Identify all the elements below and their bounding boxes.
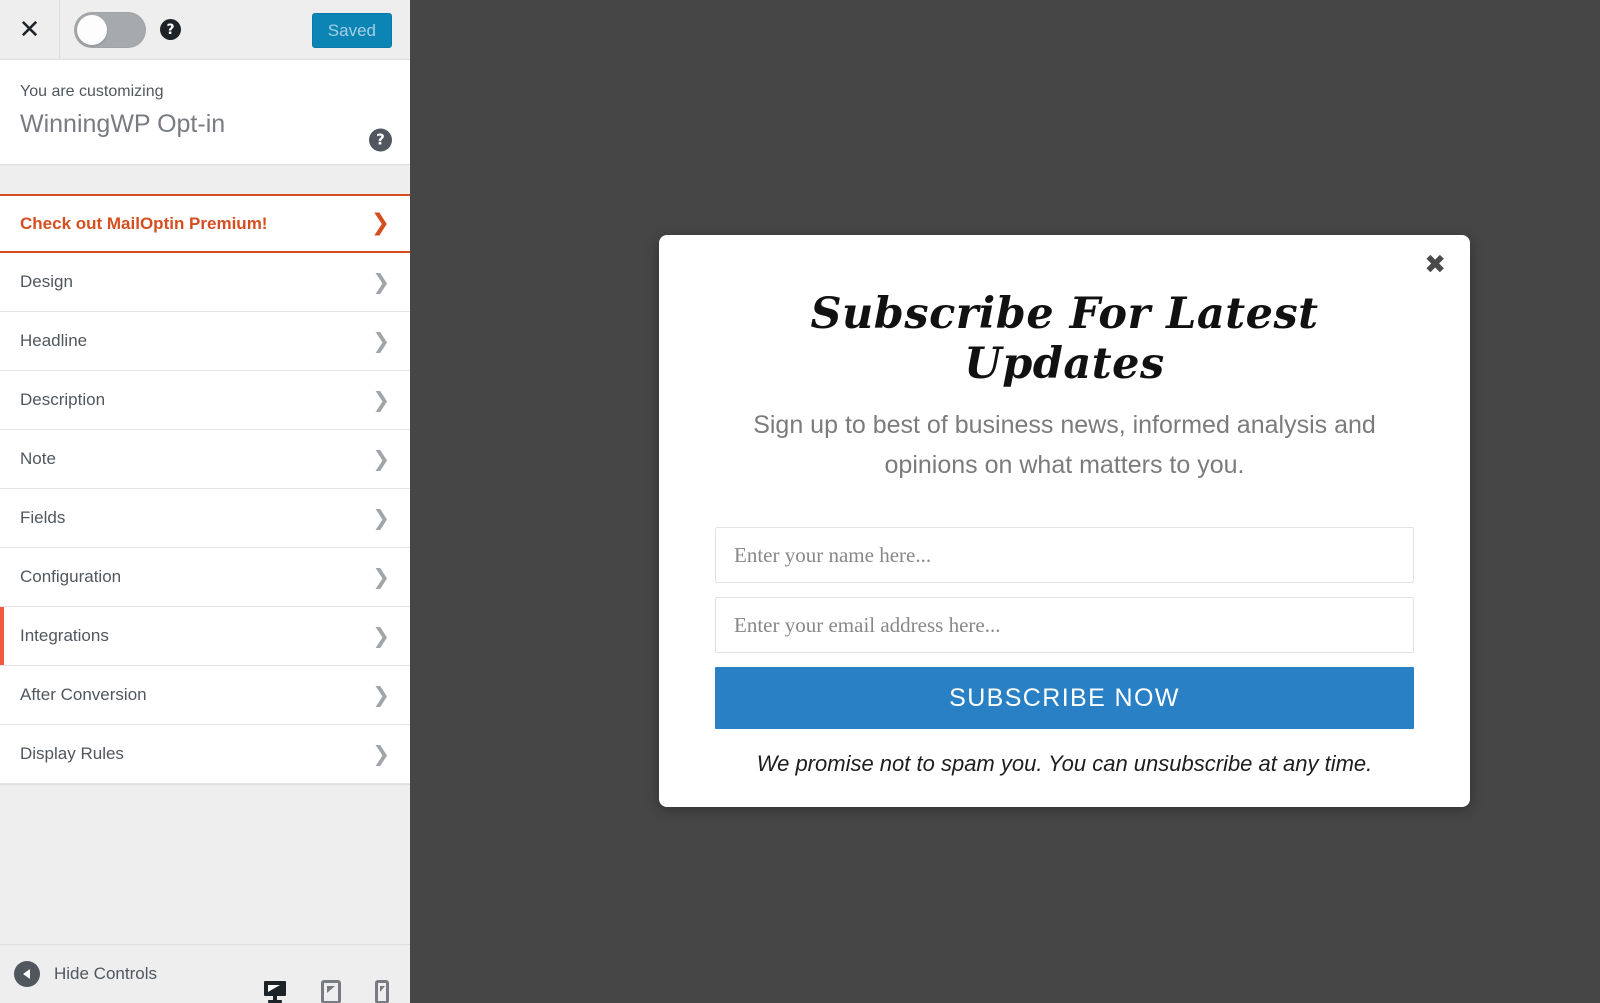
preview-desktop-button[interactable] (262, 978, 288, 1003)
optin-headline: Subscribe For Latest Updates (810, 289, 1319, 389)
preview-area: ✖ Subscribe For Latest Updates Sign up t… (410, 0, 1600, 1003)
subscribe-button[interactable]: SUBSCRIBE NOW (715, 667, 1414, 729)
sidebar-item-label: Check out MailOptin Premium! (20, 213, 268, 233)
customizer-footer: Hide Controls (0, 944, 410, 1003)
chevron-right-icon: ❯ (372, 387, 390, 412)
sidebar-item-description[interactable]: Description ❯ (0, 371, 410, 430)
sidebar-item-display-rules[interactable]: Display Rules ❯ (0, 725, 410, 784)
sidebar-item-label: After Conversion (20, 685, 147, 704)
close-customizer-button[interactable]: ✕ (0, 0, 60, 59)
optin-form: SUBSCRIBE NOW (715, 527, 1414, 729)
sidebar-item-premium[interactable]: Check out MailOptin Premium! ❯ (0, 194, 410, 253)
chevron-right-icon: ❯ (372, 328, 390, 353)
hide-controls-label: Hide Controls (54, 964, 157, 983)
chevron-right-icon: ❯ (372, 564, 390, 589)
customizer-menu: Check out MailOptin Premium! ❯ Design ❯ … (0, 194, 410, 784)
tablet-icon (321, 980, 341, 1003)
hide-controls-button[interactable]: Hide Controls (14, 961, 157, 987)
sidebar-item-label: Fields (20, 508, 66, 527)
sidebar-item-label: Configuration (20, 567, 122, 586)
customizer-screen: ✕ ? Saved You are customizing WinningWP … (0, 0, 1600, 1003)
preview-toggle[interactable] (74, 11, 146, 48)
collapse-arrow-icon (14, 961, 40, 987)
sidebar-item-label: Note (20, 449, 56, 468)
customizer-sidebar: ✕ ? Saved You are customizing WinningWP … (0, 0, 410, 1003)
chevron-right-icon: ❯ (372, 741, 390, 766)
page-title: WinningWP Opt-in (20, 109, 226, 138)
help-icon[interactable]: ? (160, 19, 181, 40)
toggle-group: ? (60, 11, 181, 48)
panel-header: You are customizing WinningWP Opt-in ? (0, 60, 410, 165)
sidebar-item-label: Design (20, 272, 73, 291)
optin-description: Sign up to best of business news, inform… (753, 411, 1376, 479)
chevron-right-icon: ❯ (372, 269, 390, 294)
toggle-knob (77, 14, 107, 45)
panel-help-icon[interactable]: ? (369, 128, 392, 152)
chevron-right-icon: ❯ (372, 505, 390, 530)
chevron-right-icon: ❯ (370, 210, 390, 236)
name-input[interactable] (715, 527, 1414, 583)
email-input[interactable] (715, 597, 1414, 653)
sidebar-item-configuration[interactable]: Configuration ❯ (0, 548, 410, 607)
sidebar-item-after-conversion[interactable]: After Conversion ❯ (0, 666, 410, 725)
optin-close-icon[interactable]: ✖ (1424, 252, 1446, 278)
mobile-icon (375, 980, 389, 1003)
chevron-right-icon: ❯ (372, 682, 390, 707)
sidebar-item-label: Description (20, 390, 106, 409)
chevron-right-icon: ❯ (372, 446, 390, 471)
device-preview-group (262, 978, 390, 1003)
save-button[interactable]: Saved (311, 13, 392, 48)
sidebar-item-headline[interactable]: Headline ❯ (0, 312, 410, 371)
optin-popup: ✖ Subscribe For Latest Updates Sign up t… (659, 235, 1470, 807)
sidebar-item-label: Display Rules (20, 744, 124, 763)
sidebar-filler (0, 784, 410, 944)
panel-spacer (0, 165, 410, 194)
customizer-topbar: ✕ ? Saved (0, 0, 410, 60)
chevron-right-icon: ❯ (372, 623, 390, 648)
sidebar-item-note[interactable]: Note ❯ (0, 430, 410, 489)
preview-tablet-button[interactable] (320, 978, 342, 1003)
optin-note: We promise not to spam you. You can unsu… (756, 751, 1373, 776)
sidebar-item-design[interactable]: Design ❯ (0, 253, 410, 312)
desktop-icon (264, 981, 286, 1003)
preview-mobile-button[interactable] (374, 978, 390, 1003)
close-icon: ✕ (18, 14, 41, 45)
sidebar-item-label: Headline (20, 331, 88, 350)
sidebar-item-label: Integrations (20, 626, 109, 645)
sidebar-item-fields[interactable]: Fields ❯ (0, 489, 410, 548)
sidebar-item-integrations[interactable]: Integrations ❯ (0, 607, 410, 666)
customizing-eyebrow: You are customizing (20, 83, 164, 100)
